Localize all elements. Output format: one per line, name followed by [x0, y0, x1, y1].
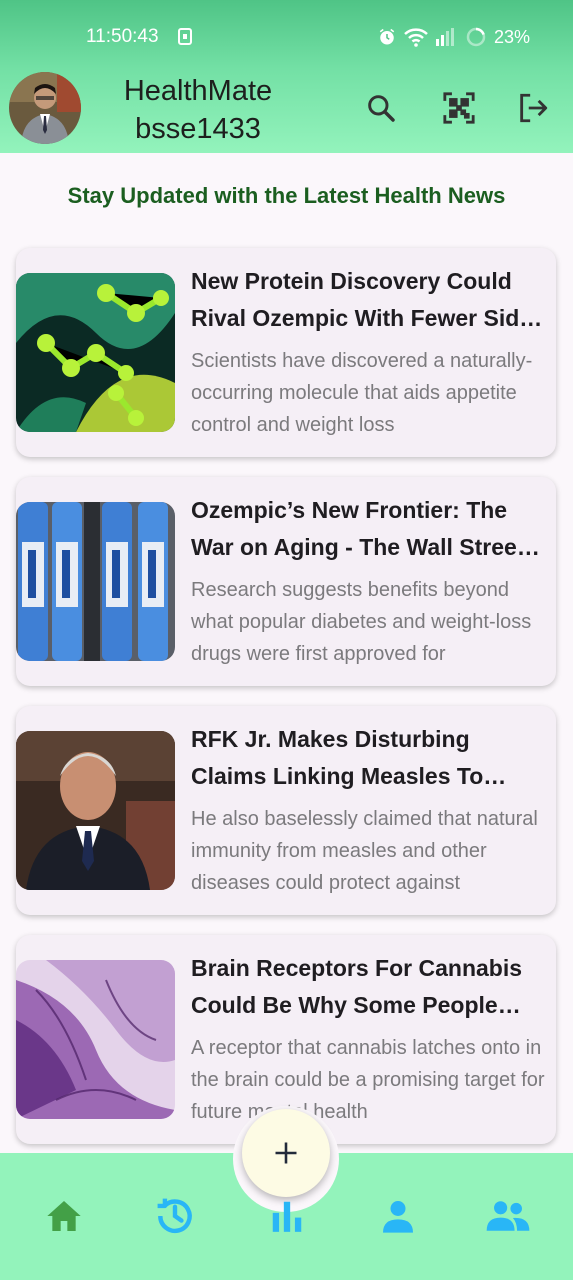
article-title: Ozempic’s New Frontier: The War on Aging…	[191, 497, 525, 560]
nav-stats[interactable]	[264, 1193, 310, 1239]
search-icon[interactable]	[363, 88, 399, 128]
status-bar: 11:50:43 23%	[0, 0, 573, 72]
status-time: 11:50:43	[86, 26, 159, 47]
username: bsse1433	[135, 113, 261, 145]
sim-icon	[178, 28, 192, 45]
nav-home[interactable]	[41, 1193, 87, 1239]
nav-history[interactable]	[152, 1193, 198, 1239]
stats-icon	[272, 1201, 302, 1232]
home-icon	[47, 1201, 81, 1231]
user-avatar[interactable]	[9, 72, 81, 144]
article-image	[16, 960, 175, 1119]
nav-community[interactable]	[485, 1193, 531, 1239]
article-title: Brain Receptors For Cannabis Could Be Wh…	[191, 955, 523, 1018]
logout-icon[interactable]	[515, 88, 551, 128]
article-image	[16, 502, 175, 661]
app-header: 11:50:43 23% HealthMate bsse1433	[0, 0, 573, 153]
news-card[interactable]: New Protein Discovery Could Rival Ozempi…	[16, 248, 556, 457]
article-image	[16, 731, 175, 890]
profile-icon	[383, 1201, 413, 1233]
article-description: A receptor that cannabis latches onto in…	[191, 1037, 545, 1123]
app-title: HealthMate bsse1433	[98, 72, 298, 148]
article-title: RFK Jr. Makes Disturbing Claims Linking …	[191, 726, 484, 789]
battery-ring-icon	[466, 27, 486, 47]
signal-icon	[435, 28, 454, 46]
news-card[interactable]: RFK Jr. Makes Disturbing Claims Linking …	[16, 706, 556, 915]
plus-icon	[275, 1142, 297, 1164]
news-card[interactable]: Ozempic’s New Frontier: The War on Aging…	[16, 477, 556, 686]
article-description: Research suggests benefits beyond what p…	[191, 579, 532, 665]
page-subtitle: Stay Updated with the Latest Health News	[67, 183, 506, 208]
app-name: HealthMate	[123, 75, 273, 107]
community-icon	[486, 1201, 530, 1231]
battery-level: 23%	[493, 26, 530, 47]
article-title: New Protein Discovery Could Rival Ozempi…	[191, 268, 533, 331]
nav-profile[interactable]	[375, 1193, 421, 1239]
qr-code-icon[interactable]	[441, 88, 477, 128]
history-icon	[157, 1198, 192, 1233]
article-description: Scientists have discovered a naturally-o…	[191, 350, 533, 436]
alarm-icon	[379, 28, 395, 45]
add-button[interactable]	[242, 1109, 330, 1197]
article-image	[16, 273, 175, 432]
wifi-icon	[404, 28, 428, 47]
article-description: He also baselessly claimed that natural …	[191, 808, 538, 894]
